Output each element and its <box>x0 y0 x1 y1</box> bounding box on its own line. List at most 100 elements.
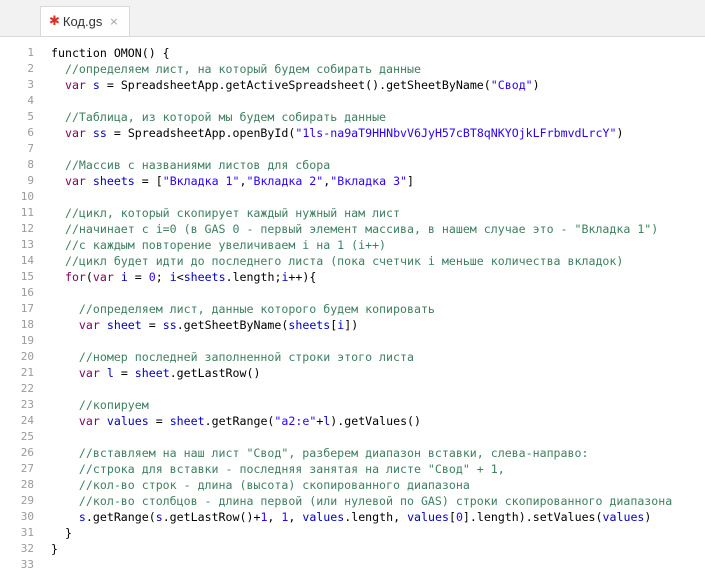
code-token: "a2:e" <box>274 414 317 428</box>
file-tab-kod-gs[interactable]: ✱ Код.gs × <box>40 6 130 36</box>
line-number: 21 <box>20 366 34 379</box>
line-number: 9 <box>27 174 34 187</box>
code-token: = <box>127 270 149 284</box>
code-token: [ <box>448 510 456 524</box>
line-number: 11 <box>20 206 34 219</box>
line-number: 3 <box>27 78 34 91</box>
code-token: ].length).setValues( <box>462 510 603 524</box>
code-token: .getLastRow()+ <box>162 510 261 524</box>
line-number: 18 <box>20 318 34 331</box>
line-number: 33 <box>20 558 34 571</box>
code-token: "Вкладка 3" <box>330 174 408 188</box>
line-number: 7 <box>27 142 34 155</box>
code-token: s <box>92 78 100 92</box>
code-token: ) <box>616 126 624 140</box>
code-line[interactable]: //Массив с названиями листов для сбора <box>51 157 330 173</box>
code-line[interactable]: } <box>51 525 72 541</box>
code-token: //копируем <box>51 398 149 412</box>
file-tab-title: Код.gs <box>62 14 103 29</box>
code-editor[interactable]: 1 2 3 4 5 6 7 8 9 10 11 12 13 14 15 16 17 18 19 20 21 22 23 24 2… <box>0 37 705 577</box>
code-token: //Таблица, из которой мы будем собирать … <box>51 110 387 124</box>
code-line[interactable]: //копируем <box>51 397 149 413</box>
code-token: ] <box>407 174 415 188</box>
code-line[interactable]: //цикл, который скопирует каждый нужный … <box>51 205 400 221</box>
code-token: < <box>176 270 184 284</box>
code-line[interactable]: //начинает с i=0 (в GAS 0 - первый элеме… <box>51 221 658 237</box>
code-line[interactable]: for(var i = 0; i<sheets.length;i++){ <box>51 269 316 285</box>
code-line[interactable]: var values = sheet.getRange("a2:e"+l).ge… <box>51 413 421 429</box>
code-line[interactable]: //строка для вставки - последняя занятая… <box>51 461 505 477</box>
code-line[interactable]: s.getRange(s.getLastRow()+1, 1, values.l… <box>51 509 651 525</box>
code-token: ++){ <box>288 270 317 284</box>
code-token: ss <box>162 318 177 332</box>
code-token: 0 <box>148 270 156 284</box>
code-token: var <box>78 366 100 380</box>
line-number: 19 <box>20 334 34 347</box>
code-token: "Свод" <box>490 78 533 92</box>
line-number: 22 <box>20 382 34 395</box>
code-line[interactable]: //определяем лист, данные которого будем… <box>51 301 435 317</box>
line-number: 29 <box>20 494 34 507</box>
code-token: .length, <box>344 510 408 524</box>
code-token: var <box>78 414 100 428</box>
code-token: //с каждым повторение увеличиваем i на 1… <box>51 238 387 252</box>
line-number-gutter: 1 2 3 4 5 6 7 8 9 10 11 12 13 14 15 16 17 18 19 20 21 22 23 24 2… <box>0 37 40 577</box>
code-token: s <box>155 510 163 524</box>
code-token: , <box>288 510 303 524</box>
code-token: "1ls-na9aT9HHNbvV6JyH57cBT8qNKYOjkLFrbmv… <box>295 126 617 140</box>
code-token: var <box>92 270 114 284</box>
code-token: values <box>106 414 149 428</box>
code-line[interactable]: function OMON() { <box>51 45 170 61</box>
code-line[interactable]: var s = SpreadsheetApp.getActiveSpreadsh… <box>51 77 540 93</box>
line-number: 31 <box>20 526 34 539</box>
line-number: 1 <box>27 46 34 59</box>
code-token: //начинает с i=0 (в GAS 0 - первый элеме… <box>51 222 659 236</box>
code-token: } <box>51 526 72 540</box>
code-line[interactable]: //кол-во строк - длина (высота) скопиров… <box>51 477 470 493</box>
line-number: 30 <box>20 510 34 523</box>
line-number: 26 <box>20 446 34 459</box>
code-token: .length; <box>225 270 282 284</box>
line-number: 5 <box>27 110 34 123</box>
code-line[interactable]: var sheets = ["Вкладка 1","Вкладка 2","В… <box>51 173 414 189</box>
line-number: 32 <box>20 542 34 555</box>
code-token: //кол-во строк - длина (высота) скопиров… <box>51 478 470 492</box>
code-token: i <box>120 270 128 284</box>
code-token: .getLastRow() <box>169 366 261 380</box>
code-token: 0 <box>455 510 463 524</box>
code-token: ) <box>532 78 540 92</box>
code-token: values <box>602 510 645 524</box>
code-token: //цикл будет идти до последнего листа (п… <box>51 254 624 268</box>
code-line[interactable]: //Таблица, из которой мы будем собирать … <box>51 109 386 125</box>
code-line[interactable]: var ss = SpreadsheetApp.openById("1ls-na… <box>51 125 623 141</box>
close-tab-icon[interactable]: × <box>109 15 118 28</box>
code-line[interactable]: var sheet = ss.getSheetByName(sheets[i]) <box>51 317 358 333</box>
code-token: sheet <box>169 414 205 428</box>
line-number: 20 <box>20 350 34 363</box>
code-token: ]) <box>344 318 359 332</box>
code-line[interactable]: } <box>51 541 58 557</box>
line-number: 16 <box>20 286 34 299</box>
code-line[interactable]: //цикл будет идти до последнего листа (п… <box>51 253 623 269</box>
code-token: "Вкладка 1" <box>162 174 240 188</box>
code-token: var <box>78 318 100 332</box>
code-line[interactable]: var l = sheet.getLastRow() <box>51 365 261 381</box>
code-token: ; <box>155 270 170 284</box>
code-token: .getRange( <box>204 414 275 428</box>
code-token: = SpreadsheetApp.openById( <box>106 126 296 140</box>
code-line[interactable]: //определяем лист, на который будем соби… <box>51 61 421 77</box>
code-token: //номер последней заполненной строки это… <box>51 350 414 364</box>
code-line[interactable]: //кол-во столбцов - длина первой (или ну… <box>51 493 672 509</box>
code-line[interactable]: //вставляем на наш лист "Свод", разберем… <box>51 445 589 461</box>
code-line[interactable]: //номер последней заполненной строки это… <box>51 349 414 365</box>
code-line[interactable]: //с каждым повторение увеличиваем i на 1… <box>51 237 386 253</box>
line-number: 15 <box>20 270 34 283</box>
code-token: i <box>169 270 177 284</box>
code-token: //Массив с названиями листов для сбора <box>51 158 331 172</box>
